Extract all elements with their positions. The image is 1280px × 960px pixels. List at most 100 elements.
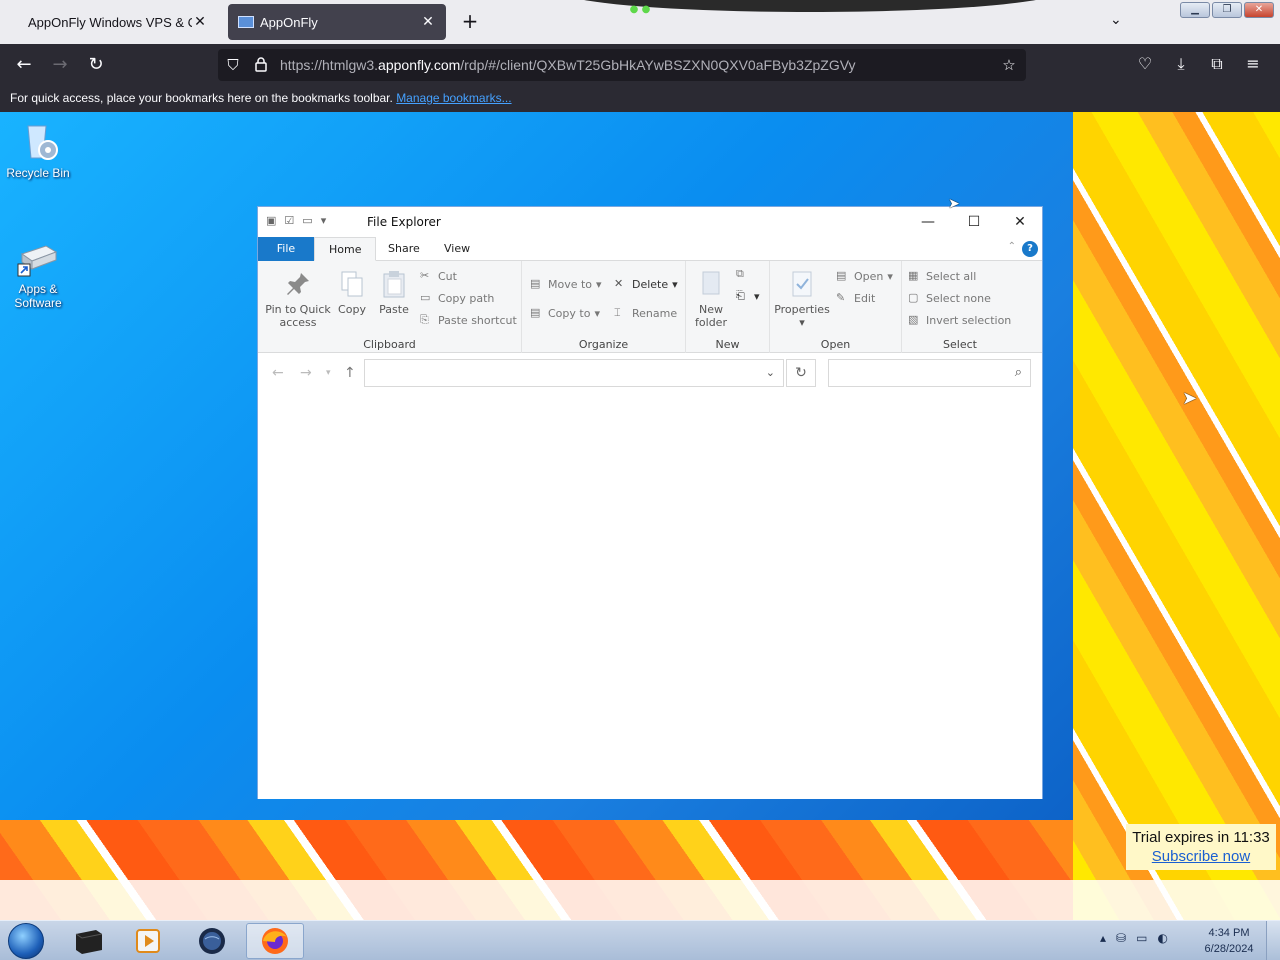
select-all-button[interactable]: ▦ Select all (908, 269, 976, 283)
connection-icon[interactable]: ◐ (1157, 931, 1167, 945)
ribbon-tab-strip: File Home Share View ⌃ ? (258, 237, 1042, 261)
url-bar[interactable]: ⛉ https://htmlgw3.apponfly.com/rdp/#/cli… (218, 49, 1026, 81)
manage-bookmarks-link[interactable]: Manage bookmarks... (396, 91, 511, 105)
address-bar[interactable]: ⌄ (364, 359, 784, 387)
help-icon[interactable]: ? (1022, 241, 1038, 257)
taskbar-app-terminal[interactable] (64, 923, 112, 959)
menu-icon[interactable]: ≡ (1244, 54, 1262, 74)
open-group-label: Open (820, 338, 851, 351)
select-all-label: Select all (926, 269, 977, 283)
pocket-icon[interactable]: ♡ (1136, 54, 1154, 74)
new-folder-button[interactable]: New folder (690, 269, 732, 329)
browser-tab-bar: ● ● AppOnFly Windows VPS & Clou ✕ AppOnF… (0, 0, 1280, 44)
file-explorer-window[interactable]: ▣ ☑ ▭ ▾ File Explorer — ☐ ✕ File Home Sh… (257, 206, 1043, 799)
open-label: Open (854, 269, 884, 283)
collapse-ribbon-icon[interactable]: ⌃ (1008, 241, 1016, 252)
list-all-tabs-button[interactable]: ⌄ (1110, 12, 1122, 28)
copy-label: Copy (338, 303, 366, 316)
cut-button[interactable]: ✂ Cut (420, 269, 457, 283)
apps-software-label: Apps & Software (14, 282, 62, 310)
reload-icon[interactable]: ↻ (84, 54, 108, 76)
new-item-button[interactable]: ⧉ (736, 267, 750, 281)
tab-apponfly-active[interactable]: AppOnFly ✕ (228, 4, 446, 40)
paste-shortcut-button[interactable]: ⎘ Paste shortcut (420, 313, 517, 327)
properties-icon (787, 269, 817, 299)
rename-button[interactable]: ⌶ Rename (614, 306, 677, 320)
explorer-close-icon[interactable]: ✕ (1000, 211, 1040, 233)
copy-path-button[interactable]: ▭ Copy path (420, 291, 494, 305)
minimize-button[interactable]: ▁ (1180, 2, 1210, 18)
subscribe-now-link[interactable]: Subscribe now (1152, 848, 1250, 865)
pin-label: Pin to Quick access (265, 303, 331, 329)
taskbar-clock[interactable]: 4:34 PM 6/28/2024 (1196, 925, 1262, 957)
trial-expiry-text: Trial expires in 11:33 (1132, 829, 1270, 846)
bookmark-star-icon[interactable]: ☆ (1000, 56, 1018, 74)
extensions-icon[interactable]: ⧉ (1208, 54, 1226, 74)
back-arrow-icon[interactable]: ← (272, 365, 284, 381)
recent-locations-icon[interactable]: ▾ (326, 368, 331, 378)
invert-selection-label: Invert selection (926, 313, 1012, 327)
trial-notice: Trial expires in 11:33 Subscribe now (1126, 824, 1276, 870)
pin-to-quick-access-button[interactable]: Pin to Quick access (264, 269, 332, 329)
downloads-icon[interactable]: ⤓ (1172, 54, 1190, 74)
up-arrow-icon[interactable]: ↑ (344, 365, 356, 381)
paste-button[interactable]: Paste (376, 269, 412, 316)
close-tab-icon[interactable]: ✕ (192, 14, 208, 30)
paste-shortcut-icon: ⎘ (420, 313, 429, 326)
network-share-icon[interactable]: ⛁ (1116, 931, 1126, 945)
tracking-shield-icon[interactable]: ⛉ (224, 56, 242, 74)
delete-button[interactable]: ✕ Delete ▾ (614, 277, 678, 291)
restore-button[interactable]: ❐ (1212, 2, 1242, 18)
explorer-maximize-icon[interactable]: ☐ (954, 211, 994, 233)
edit-button[interactable]: ✎ Edit (836, 291, 875, 305)
easy-access-button[interactable]: ⎗ ▾ (736, 289, 760, 303)
invert-selection-button[interactable]: ▧ Invert selection (908, 313, 1011, 327)
taskbar-app-firefox[interactable] (246, 923, 304, 959)
taskbar-app-globe[interactable] (188, 923, 236, 959)
properties-label: Properties (774, 303, 830, 316)
select-none-button[interactable]: ▢ Select none (908, 291, 991, 305)
tab-label: AppOnFly (260, 14, 318, 30)
recycle-bin-desktop-icon[interactable]: Recycle Bin (2, 120, 74, 180)
second-cursor-icon: ➤ (948, 196, 960, 212)
properties-button[interactable]: Properties ▾ (772, 269, 832, 329)
paste-icon (379, 269, 409, 299)
open-button[interactable]: ▤ Open ▾ (836, 269, 893, 283)
copy-to-button[interactable]: ▤ Copy to ▾ (530, 306, 600, 320)
display-icon[interactable]: ▭ (1136, 931, 1147, 945)
explorer-minimize-icon[interactable]: — (908, 211, 948, 233)
close-tab-icon[interactable]: ✕ (420, 14, 436, 30)
tab-apponfly-vps[interactable]: AppOnFly Windows VPS & Clou ✕ (18, 4, 218, 40)
move-to-button[interactable]: ▤ Move to ▾ (530, 277, 602, 291)
file-list-pane[interactable] (258, 395, 1042, 799)
show-hidden-icons-icon[interactable]: ▴ (1100, 931, 1106, 945)
customize-qat-icon[interactable]: ▾ (321, 214, 327, 227)
new-tab-button[interactable]: + (458, 10, 482, 34)
refresh-icon[interactable]: ↻ (786, 359, 816, 387)
rename-label: Rename (632, 306, 678, 320)
taskbar: ▴ ⛁ ▭ ◐ 4:34 PM 6/28/2024 (0, 920, 1280, 960)
explorer-title-bar[interactable]: ▣ ☑ ▭ ▾ File Explorer — ☐ ✕ (258, 207, 1042, 237)
tab-view[interactable]: View (430, 237, 484, 261)
address-row: ← → ▾ ↑ ⌄ ↻ ⌕ (258, 353, 1042, 395)
tab-home[interactable]: Home (314, 237, 377, 261)
apps-software-desktop-icon[interactable]: Apps & Software (2, 236, 74, 310)
lock-icon[interactable] (252, 56, 270, 74)
back-arrow-icon[interactable]: ← (12, 54, 36, 76)
show-desktop-button[interactable] (1266, 921, 1280, 960)
url-text[interactable]: https://htmlgw3.apponfly.com/rdp/#/clien… (280, 57, 856, 73)
properties-qat-icon[interactable]: ☑ (284, 214, 294, 227)
copy-button[interactable]: Copy (334, 269, 370, 316)
start-button[interactable] (8, 923, 44, 959)
forward-arrow-icon[interactable]: → (48, 54, 72, 76)
forward-arrow-icon[interactable]: → (300, 365, 312, 381)
url-prefix: https://htmlgw3. (280, 57, 379, 73)
organize-group: ▤ Move to ▾ ▤ Copy to ▾ ✕ Delete ▾ ⌶ Rename… (522, 261, 686, 353)
taskbar-app-media-player[interactable] (124, 923, 172, 959)
tab-file[interactable]: File (258, 237, 314, 261)
search-input[interactable]: ⌕ (828, 359, 1031, 387)
tab-share[interactable]: Share (374, 237, 434, 261)
new-folder-qat-icon[interactable]: ▭ (302, 214, 312, 227)
close-window-button[interactable]: ✕ (1244, 2, 1274, 18)
chevron-down-icon[interactable]: ⌄ (766, 366, 775, 379)
